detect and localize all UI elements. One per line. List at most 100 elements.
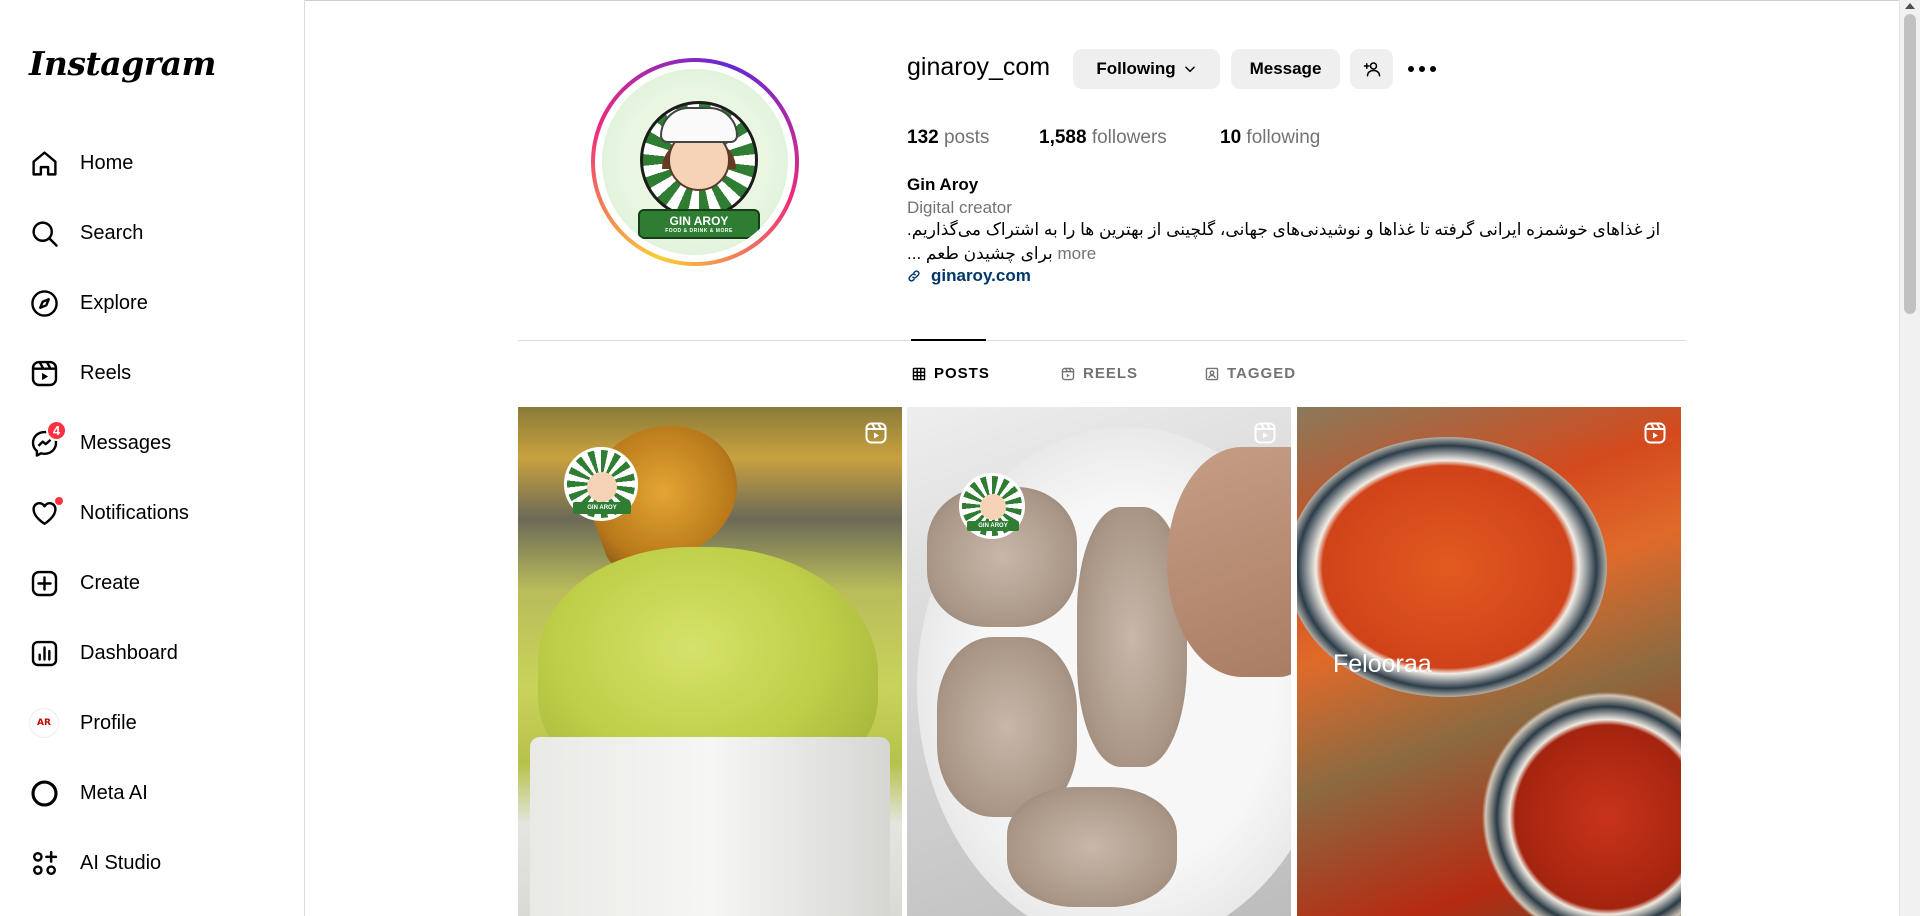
posts-count: 132 posts	[907, 127, 989, 149]
scroll-up-arrow-icon[interactable]	[1905, 3, 1915, 9]
post-tile[interactable]: GIN AROY	[907, 407, 1291, 916]
sidebar-item-search[interactable]: Search	[16, 205, 290, 261]
options-button[interactable]	[1405, 56, 1439, 82]
following-count-value: 10	[1220, 127, 1242, 148]
tab-reels-label: REELS	[1083, 365, 1139, 382]
grid-icon	[912, 367, 926, 380]
message-button[interactable]: Message	[1231, 49, 1340, 89]
sidebar-item-reels[interactable]: Reels	[16, 345, 290, 401]
sidebar-item-home[interactable]: Home	[16, 135, 290, 191]
reel-indicator-icon	[1644, 422, 1666, 444]
compass-icon	[29, 288, 59, 318]
tab-reels[interactable]: REELS	[1061, 365, 1138, 382]
profile-category: Digital creator	[907, 198, 1012, 217]
sidebar-item-dashboard[interactable]: Dashboard	[16, 625, 290, 681]
tile-image-bowl	[1477, 687, 1681, 916]
sidebar: Instagram Home Search Explore Reels 4 Me…	[0, 0, 305, 916]
sidebar-item-label: Meta AI	[80, 781, 148, 804]
message-button-label: Message	[1249, 59, 1322, 78]
active-tab-indicator	[911, 339, 986, 341]
watermark-text: GIN AROY	[967, 521, 1019, 531]
instagram-logo[interactable]: Instagram	[29, 44, 216, 83]
avatar-icon: AR	[29, 708, 59, 738]
more-horizontal-icon	[1408, 66, 1436, 72]
following-button-label: Following	[1096, 59, 1176, 78]
following-button[interactable]: Following	[1073, 49, 1220, 89]
sidebar-item-ai-studio[interactable]: AI Studio	[16, 835, 290, 891]
watermark-logo: GIN AROY	[959, 473, 1025, 539]
sidebar-item-label: Search	[80, 221, 144, 244]
tile-image-meat	[1007, 787, 1177, 907]
tile-overlay-text: Felooraa	[1333, 650, 1432, 678]
followers-count[interactable]: 1,588 followers	[1039, 127, 1167, 149]
tab-tagged[interactable]: TAGGED	[1205, 365, 1296, 382]
tab-tagged-label: TAGGED	[1227, 365, 1297, 382]
profile-bio-line-2-text: برای چشیدن طعم ...	[907, 244, 1053, 263]
sidebar-item-label: Messages	[80, 431, 172, 454]
chevron-down-icon	[1184, 66, 1195, 73]
search-icon	[29, 218, 59, 248]
avatar-logo-title: GIN AROY	[669, 214, 729, 228]
sidebar-item-notifications[interactable]: Notifications	[16, 485, 290, 541]
sidebar-item-profile[interactable]: AR Profile	[16, 695, 290, 751]
sidebar-item-label: Reels	[80, 361, 132, 384]
post-tile[interactable]: Felooraa	[1297, 407, 1681, 916]
following-count[interactable]: 10 following	[1220, 127, 1320, 149]
reels-icon	[29, 358, 59, 388]
tab-posts[interactable]: POSTS	[912, 365, 990, 382]
sidebar-item-label: Explore	[80, 291, 148, 314]
scrollbar-thumb[interactable]	[1904, 14, 1916, 314]
link-icon	[908, 270, 920, 282]
add-user-icon	[1363, 62, 1380, 77]
reel-indicator-icon	[865, 422, 887, 444]
home-icon	[29, 148, 59, 178]
sidebar-item-explore[interactable]: Explore	[16, 275, 290, 331]
profile-username: ginaroy_com	[907, 53, 1051, 81]
profile-website-link[interactable]: ginaroy.com	[907, 266, 1031, 286]
tagged-user-icon	[1205, 367, 1219, 380]
profile-bio-line-2: برای چشیدن طعم ... more	[907, 244, 1096, 264]
followers-count-label: followers	[1091, 127, 1167, 148]
suggested-accounts-button[interactable]	[1350, 49, 1393, 89]
watermark-text: GIN AROY	[573, 502, 631, 514]
bar-chart-icon	[29, 638, 59, 668]
bio-more-link[interactable]: more	[1057, 244, 1096, 263]
following-count-label: following	[1246, 127, 1321, 148]
sidebar-item-label: Profile	[80, 711, 137, 734]
watermark-face	[980, 494, 1006, 520]
sidebar-item-label: Notifications	[80, 501, 189, 524]
watermark-face	[587, 472, 617, 502]
sidebar-item-label: AI Studio	[80, 851, 162, 874]
profile-avatar: AR	[29, 708, 59, 738]
sidebar-item-meta-ai[interactable]: Meta AI	[16, 765, 290, 821]
sidebar-item-label: Dashboard	[80, 641, 178, 664]
chef-hat-icon	[660, 107, 738, 143]
tabs-divider	[518, 340, 1686, 341]
page-scrollbar[interactable]	[1899, 0, 1920, 916]
profile-website-text: ginaroy.com	[931, 266, 1031, 285]
posts-count-value: 132	[907, 127, 939, 148]
reel-indicator-icon	[1254, 422, 1276, 444]
plus-square-icon	[29, 568, 59, 598]
profile-full-name: Gin Aroy	[907, 175, 979, 194]
avatar-logo-subtitle: FOOD & DRINK & MORE	[665, 228, 733, 234]
reels-icon	[1061, 367, 1075, 380]
tab-posts-label: POSTS	[934, 365, 990, 382]
post-tile[interactable]: GIN AROY	[518, 407, 902, 916]
profile-avatar-frame: GIN AROY FOOD & DRINK & MORE	[595, 62, 795, 262]
sidebar-item-messages[interactable]: 4 Messages	[16, 415, 290, 471]
posts-count-label: posts	[943, 127, 990, 148]
sidebar-item-create[interactable]: Create	[16, 555, 290, 611]
tile-image-cup	[530, 737, 890, 916]
meta-ai-icon	[29, 778, 59, 808]
heart-icon	[29, 496, 64, 528]
sidebar-item-label: Create	[80, 571, 141, 594]
avatar-logo-banner: GIN AROY FOOD & DRINK & MORE	[638, 209, 760, 239]
profile-avatar-story-ring[interactable]: GIN AROY FOOD & DRINK & MORE	[591, 58, 799, 266]
profile-avatar-image: GIN AROY FOOD & DRINK & MORE	[602, 69, 788, 255]
followers-count-value: 1,588	[1039, 127, 1087, 148]
messenger-icon: 4	[29, 420, 67, 458]
notification-dot	[54, 496, 64, 506]
sidebar-item-label: Home	[80, 151, 134, 174]
ai-studio-icon	[29, 848, 59, 878]
